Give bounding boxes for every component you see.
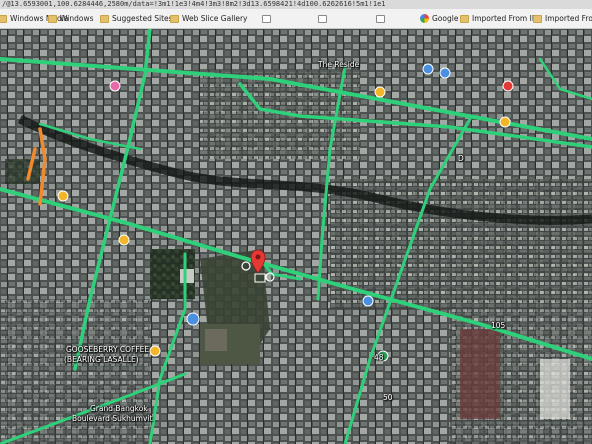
place-label[interactable]: D xyxy=(458,154,464,163)
place-label[interactable]: GOOSEBERRY COFFEE xyxy=(66,345,149,354)
folder-icon xyxy=(48,14,57,23)
poi-pin-icon[interactable] xyxy=(422,63,434,75)
favorite-page-3[interactable] xyxy=(376,12,388,25)
address-bar-url: /@13.6593001,100.6284446,2580m/data=!3m1… xyxy=(2,0,386,8)
poi-pin-icon[interactable] xyxy=(499,116,511,128)
favorite-label: Suggested Sites xyxy=(112,14,173,23)
favorite-google[interactable]: Google xyxy=(420,12,458,25)
folder-icon xyxy=(460,14,469,23)
favorite-label: Web Slice Gallery xyxy=(182,14,248,23)
favorite-imported-from-ie-2[interactable]: Imported From IE xyxy=(533,12,592,25)
poi-pin-icon[interactable] xyxy=(149,345,161,357)
address-bar[interactable]: /@13.6593001,100.6284446,2580m/data=!3m1… xyxy=(0,0,592,9)
favorite-suggested-sites[interactable]: Suggested Sites xyxy=(100,12,173,25)
favorite-windows[interactable]: Windows xyxy=(48,12,93,25)
poi-pin-icon[interactable] xyxy=(118,234,130,246)
poi-pin-icon[interactable] xyxy=(57,190,69,202)
place-label[interactable]: Boulevard Sukhumvit xyxy=(72,414,152,423)
place-label[interactable]: 48 xyxy=(374,353,384,362)
poi-pin-icon[interactable] xyxy=(374,86,386,98)
page-icon xyxy=(318,14,327,23)
poi-pin-icon[interactable] xyxy=(186,312,200,326)
folder-icon xyxy=(100,14,109,23)
poi-pin-icon[interactable] xyxy=(362,295,374,307)
favorite-label: Windows xyxy=(60,14,94,23)
favorite-web-slice-gallery[interactable]: Web Slice Gallery xyxy=(170,12,248,25)
folder-icon xyxy=(533,14,542,23)
favorite-page-2[interactable] xyxy=(318,12,330,25)
page-icon xyxy=(376,14,385,23)
poi-pin-icon[interactable] xyxy=(502,80,514,92)
favorite-label: Imported From IE xyxy=(472,14,537,23)
poi-pin-icon[interactable] xyxy=(439,67,451,79)
favorite-imported-from-ie-1[interactable]: Imported From IE xyxy=(460,12,537,25)
place-label[interactable]: Grand Bangkok xyxy=(90,404,148,413)
google-icon xyxy=(420,14,429,23)
place-label[interactable]: 50 xyxy=(383,393,393,402)
poi-pin-icon[interactable] xyxy=(109,80,121,92)
page-icon xyxy=(262,14,271,23)
satellite-imagery xyxy=(0,29,592,444)
place-label[interactable]: 105 xyxy=(491,321,505,330)
favorite-label: Imported From IE xyxy=(545,14,592,23)
satellite-map[interactable]: GOOSEBERRY COFFEE (BEARING LASALLE) Gran… xyxy=(0,29,592,444)
favorite-page-1[interactable] xyxy=(262,12,274,25)
folder-icon xyxy=(0,14,7,23)
place-label[interactable]: The Reside xyxy=(318,60,359,69)
favorites-bar: Windows Media Windows Suggested Sites We… xyxy=(0,9,592,29)
place-label[interactable]: (BEARING LASALLE) xyxy=(64,355,139,364)
folder-icon xyxy=(170,14,179,23)
favorite-label: Google xyxy=(432,14,459,23)
